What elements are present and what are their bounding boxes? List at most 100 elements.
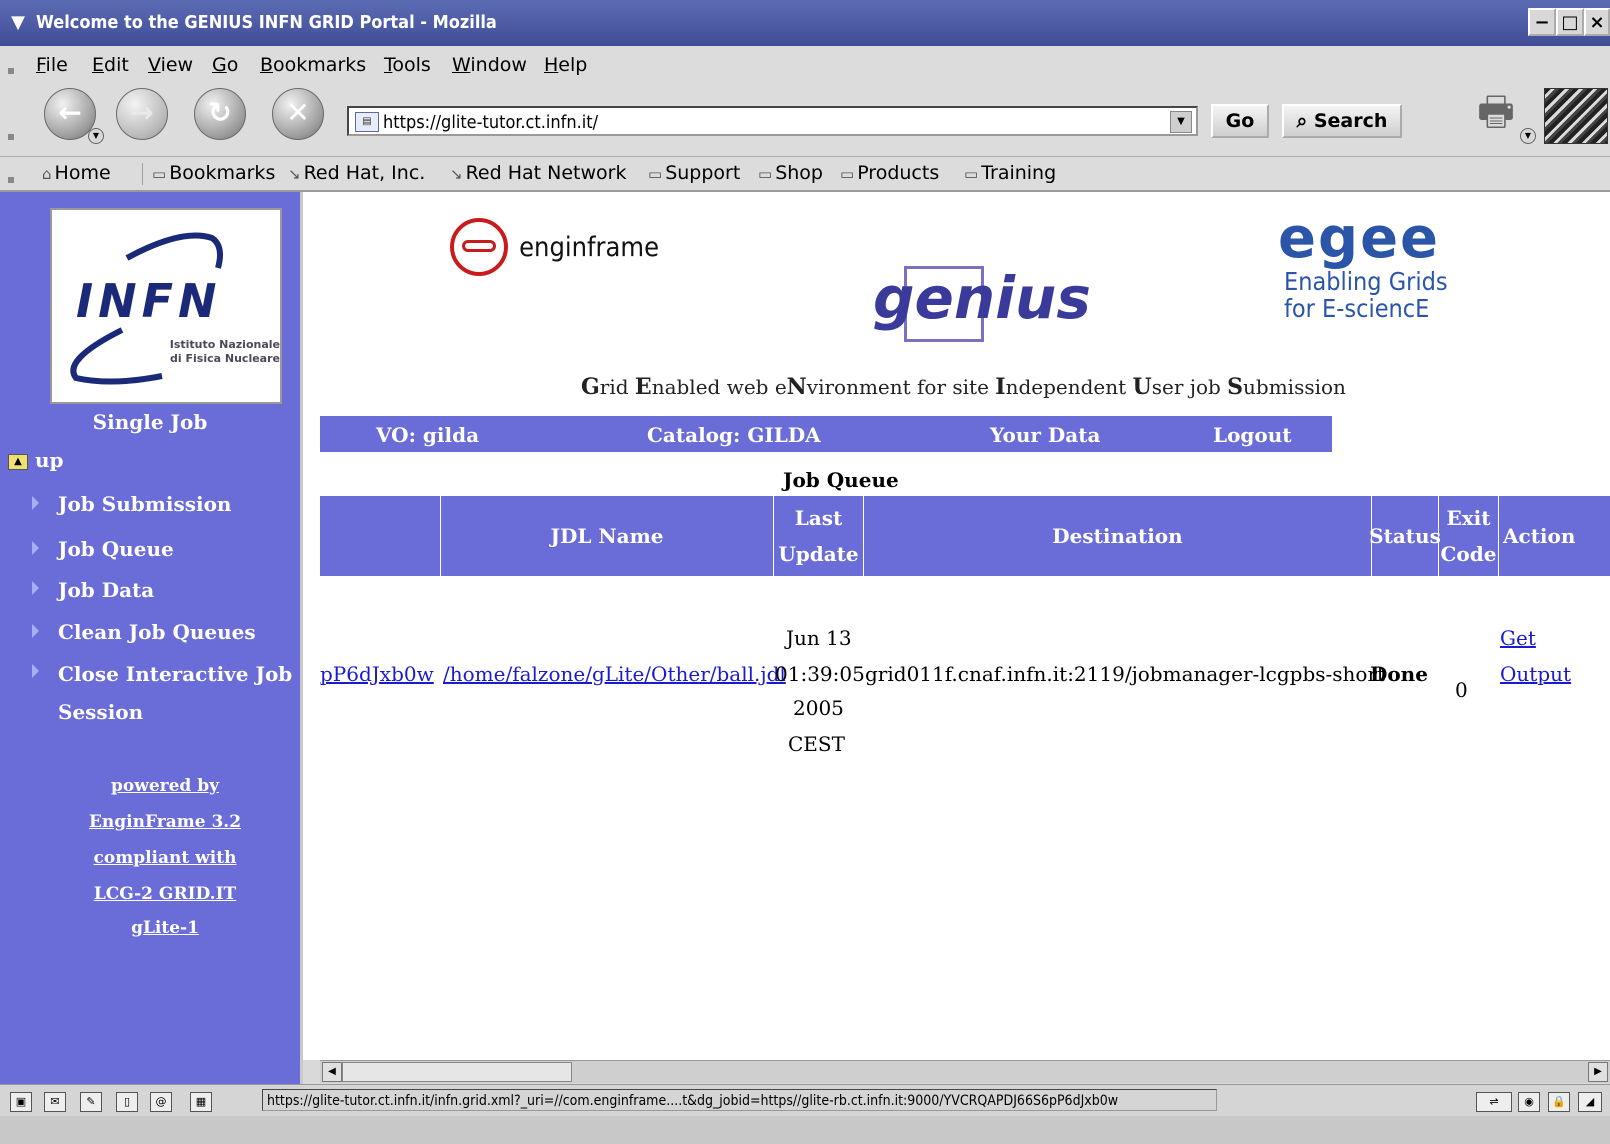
scrollbar-thumb[interactable]: [342, 1062, 572, 1082]
personal-toolbar: ⌂ Home ▭ Bookmarks ↘ Red Hat, Inc. ↘ Red Hat…: [0, 157, 1610, 192]
sidebar-item-label: up: [34, 448, 64, 472]
folder-icon: ▭: [648, 165, 663, 183]
composer-icon[interactable]: ✎: [80, 1092, 102, 1112]
last-update-timezone: CEST: [788, 732, 845, 756]
bookmark-shop[interactable]: ▭ Shop: [758, 162, 823, 184]
bookmark-icon: ↘: [288, 165, 301, 183]
sidebar: INFN Istituto Nazionale di Fisica Nuclea…: [0, 192, 303, 1114]
vo-label[interactable]: VO: gilda: [376, 423, 479, 447]
enginframe-link[interactable]: EnginFrame 3.2: [0, 812, 330, 832]
url-bar[interactable]: ▤ ▼: [347, 106, 1198, 136]
calendar-icon[interactable]: ▦: [190, 1092, 212, 1112]
scroll-right-icon[interactable]: ▶: [1588, 1062, 1608, 1082]
toolbar-grip-icon[interactable]: [8, 177, 14, 183]
minimize-button[interactable]: −: [1528, 8, 1556, 36]
sidebar-item-close-interactive-job[interactable]: Close Interactive Job: [58, 662, 292, 686]
toolbar-grip-icon[interactable]: [8, 134, 14, 140]
sidebar-item-clean-job-queues[interactable]: Clean Job Queues: [58, 620, 256, 644]
bookmark-training[interactable]: ▭ Training: [964, 162, 1056, 184]
security-lock-icon[interactable]: 🔒: [1548, 1092, 1570, 1112]
menu-bookmarks[interactable]: Bookmarks: [260, 54, 366, 76]
resize-grip-icon[interactable]: ◢: [1578, 1092, 1602, 1112]
bookmark-support[interactable]: ▭ Support: [648, 162, 740, 184]
print-dropdown-icon[interactable]: ▼: [1520, 128, 1536, 144]
menu-help[interactable]: Help: [544, 54, 587, 76]
navigator-icon[interactable]: ▣: [10, 1092, 32, 1112]
go-button[interactable]: Go: [1211, 104, 1269, 138]
bookmark-redhat-network[interactable]: ↘ Red Hat Network: [450, 162, 626, 184]
get-output-link-line2[interactable]: Output: [1500, 662, 1571, 686]
mail-icon[interactable]: ✉: [44, 1092, 66, 1112]
egee-logo-line: Enabling Grids: [1284, 267, 1448, 296]
job-id-link[interactable]: pP6dJxb0w: [320, 662, 434, 686]
last-update-time: 01:39:05: [775, 662, 865, 686]
menu-file[interactable]: File: [36, 54, 68, 76]
chat-icon[interactable]: @: [150, 1092, 172, 1112]
menu-window[interactable]: Window: [452, 54, 527, 76]
bookmark-label: Red Hat, Inc.: [303, 162, 426, 184]
window-menu-icon[interactable]: ▼: [6, 12, 30, 34]
privacy-icon[interactable]: ◉: [1518, 1092, 1540, 1112]
site-icon: ▤: [355, 112, 379, 132]
menu-tools[interactable]: Tools: [384, 54, 431, 76]
bookmark-products[interactable]: ▭ Products: [840, 162, 939, 184]
url-dropdown-icon[interactable]: ▼: [1170, 111, 1192, 133]
status-text: https://glite-tutor.ct.infn.it/infn.grid…: [262, 1089, 1217, 1111]
logout-link[interactable]: Logout: [1213, 423, 1292, 447]
lcg-gridit-link[interactable]: LCG-2 GRID.IT: [0, 884, 330, 904]
bookmark-label: Support: [665, 162, 741, 184]
sidebar-section-title: Single Job: [92, 410, 208, 434]
navigation-toolbar: ← ▼ → ↻ ✕ ▤ ▼ Go ⌕ Search 🖶 ▼: [0, 80, 1610, 157]
catalog-label[interactable]: Catalog: GILDA: [647, 423, 821, 447]
tagline-initial: G: [581, 374, 600, 400]
sidebar-item-job-data[interactable]: Job Data: [58, 578, 154, 602]
address-book-icon[interactable]: ▯: [116, 1092, 138, 1112]
bookmark-redhat-inc[interactable]: ↘ Red Hat, Inc.: [288, 162, 425, 184]
enginframe-emblem-icon: [450, 218, 508, 276]
sidebar-item-job-submission[interactable]: Job Submission: [58, 492, 231, 516]
enginframe-logo[interactable]: enginframe: [450, 218, 659, 276]
vo-bar: VO: gilda Catalog: GILDA Your Data Logou…: [320, 416, 1332, 452]
get-output-link[interactable]: Get: [1500, 626, 1536, 650]
bookmark-home[interactable]: ⌂ Home: [42, 162, 111, 184]
column-label: Code: [1440, 542, 1497, 566]
bookmark-bookmarks[interactable]: ▭ Bookmarks: [152, 162, 275, 184]
stop-button[interactable]: ✕: [272, 88, 324, 140]
bookmark-label: Shop: [775, 162, 823, 184]
maximize-button[interactable]: □: [1556, 8, 1584, 36]
status-badge: Done: [1370, 662, 1428, 686]
glite-link[interactable]: gLite-1: [0, 918, 330, 938]
jdl-name-link[interactable]: /home/falzone/gLite/Other/ball.jdl: [443, 662, 786, 686]
menu-go[interactable]: Go: [212, 54, 238, 76]
sidebar-item-close-interactive-job-line2[interactable]: Session: [58, 700, 143, 724]
url-input[interactable]: [381, 110, 1165, 134]
forward-button[interactable]: →: [116, 88, 168, 140]
your-data-link[interactable]: Your Data: [990, 423, 1100, 447]
menu-edit[interactable]: Edit: [92, 54, 129, 76]
reload-button[interactable]: ↻: [194, 88, 246, 140]
scroll-left-icon[interactable]: ◀: [322, 1062, 342, 1082]
search-icon: ⌕: [1296, 110, 1308, 132]
folder-icon: ▭: [152, 165, 167, 183]
compliant-with-link[interactable]: compliant with: [0, 848, 330, 868]
throbber-icon[interactable]: [1544, 88, 1608, 144]
column-label: Last: [794, 506, 843, 530]
close-button[interactable]: ×: [1584, 8, 1610, 36]
toolbar-grip-icon[interactable]: [8, 68, 14, 74]
online-status-icon[interactable]: ⇌: [1476, 1092, 1512, 1112]
sidebar-item-up[interactable]: ▲ up: [8, 448, 64, 472]
sidebar-item-job-queue[interactable]: Job Queue: [58, 537, 174, 561]
horizontal-scrollbar[interactable]: ◀ ▶: [320, 1060, 1610, 1083]
title-bar: ▼ Welcome to the GENIUS INFN GRID Portal…: [0, 0, 1610, 46]
print-icon[interactable]: 🖶: [1470, 90, 1522, 134]
bullet-icon: [32, 541, 39, 555]
menu-view[interactable]: View: [148, 54, 193, 76]
column-jdl-name: JDL Name: [440, 496, 773, 576]
genius-logo: genius: [873, 264, 1091, 332]
powered-by-link[interactable]: powered by: [0, 776, 330, 796]
column-exit-code: Exit Code: [1438, 496, 1498, 576]
last-update-date: Jun 13: [786, 626, 852, 650]
egee-logo-word: egee: [1278, 206, 1441, 271]
back-dropdown-icon[interactable]: ▼: [88, 128, 104, 144]
search-button[interactable]: ⌕ Search: [1282, 104, 1402, 138]
